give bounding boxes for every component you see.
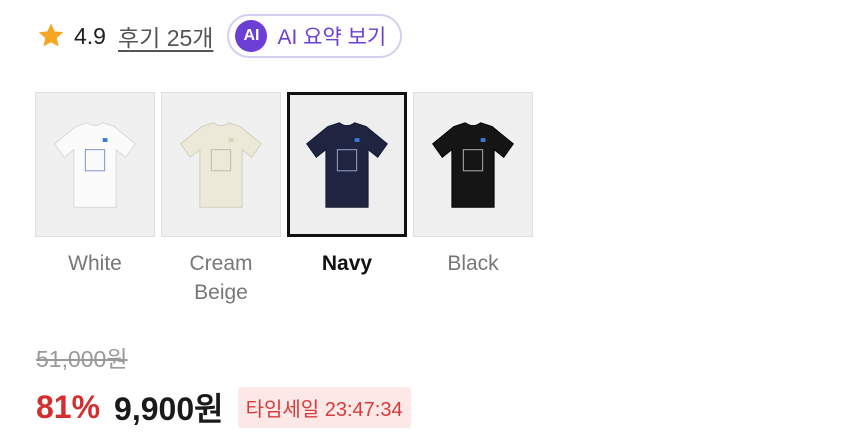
tshirt-black-image <box>432 121 514 208</box>
ai-badge-icon: AI <box>235 20 268 52</box>
color-option-navy[interactable]: Navy <box>286 92 408 307</box>
color-option-black[interactable]: Black <box>412 92 534 307</box>
color-label-white: White <box>68 252 122 275</box>
discount-rate: 81% <box>36 388 101 425</box>
sale-price: 9,900원 <box>114 391 224 427</box>
color-option-cream-beige[interactable]: Cream Beige <box>160 92 282 307</box>
color-label-black: Black <box>447 252 499 275</box>
rating-row: 4.9 후기 25개 AI AI 요약 보기 <box>36 12 403 60</box>
tshirt-white-image <box>54 121 136 208</box>
ai-summary-label: AI 요약 보기 <box>277 26 387 49</box>
color-label-cream-beige: Cream Beige <box>189 252 253 304</box>
price-row: 81% 9,900원 타임세일 23:47:34 <box>36 384 411 430</box>
tshirt-cream-beige-image <box>180 121 262 208</box>
color-thumbnail-cream-beige[interactable] <box>161 92 281 237</box>
color-thumbnail-black[interactable] <box>413 92 533 237</box>
color-thumbnail-navy[interactable] <box>287 92 407 237</box>
tshirt-navy-image <box>306 121 388 208</box>
color-option-white[interactable]: White <box>34 92 156 307</box>
ai-summary-button[interactable]: AI AI 요약 보기 <box>227 14 403 58</box>
color-thumbnail-white[interactable] <box>35 92 155 237</box>
color-label-navy: Navy <box>321 252 373 275</box>
color-options: White Cream Beige Navy Black <box>34 92 538 307</box>
original-price: 51,000원 <box>36 346 128 372</box>
time-sale-badge: 타임세일 23:47:34 <box>237 386 411 428</box>
star-icon <box>38 23 64 47</box>
reviews-link[interactable]: 후기 25개 <box>118 19 213 53</box>
rating-value: 4.9 <box>74 22 106 49</box>
